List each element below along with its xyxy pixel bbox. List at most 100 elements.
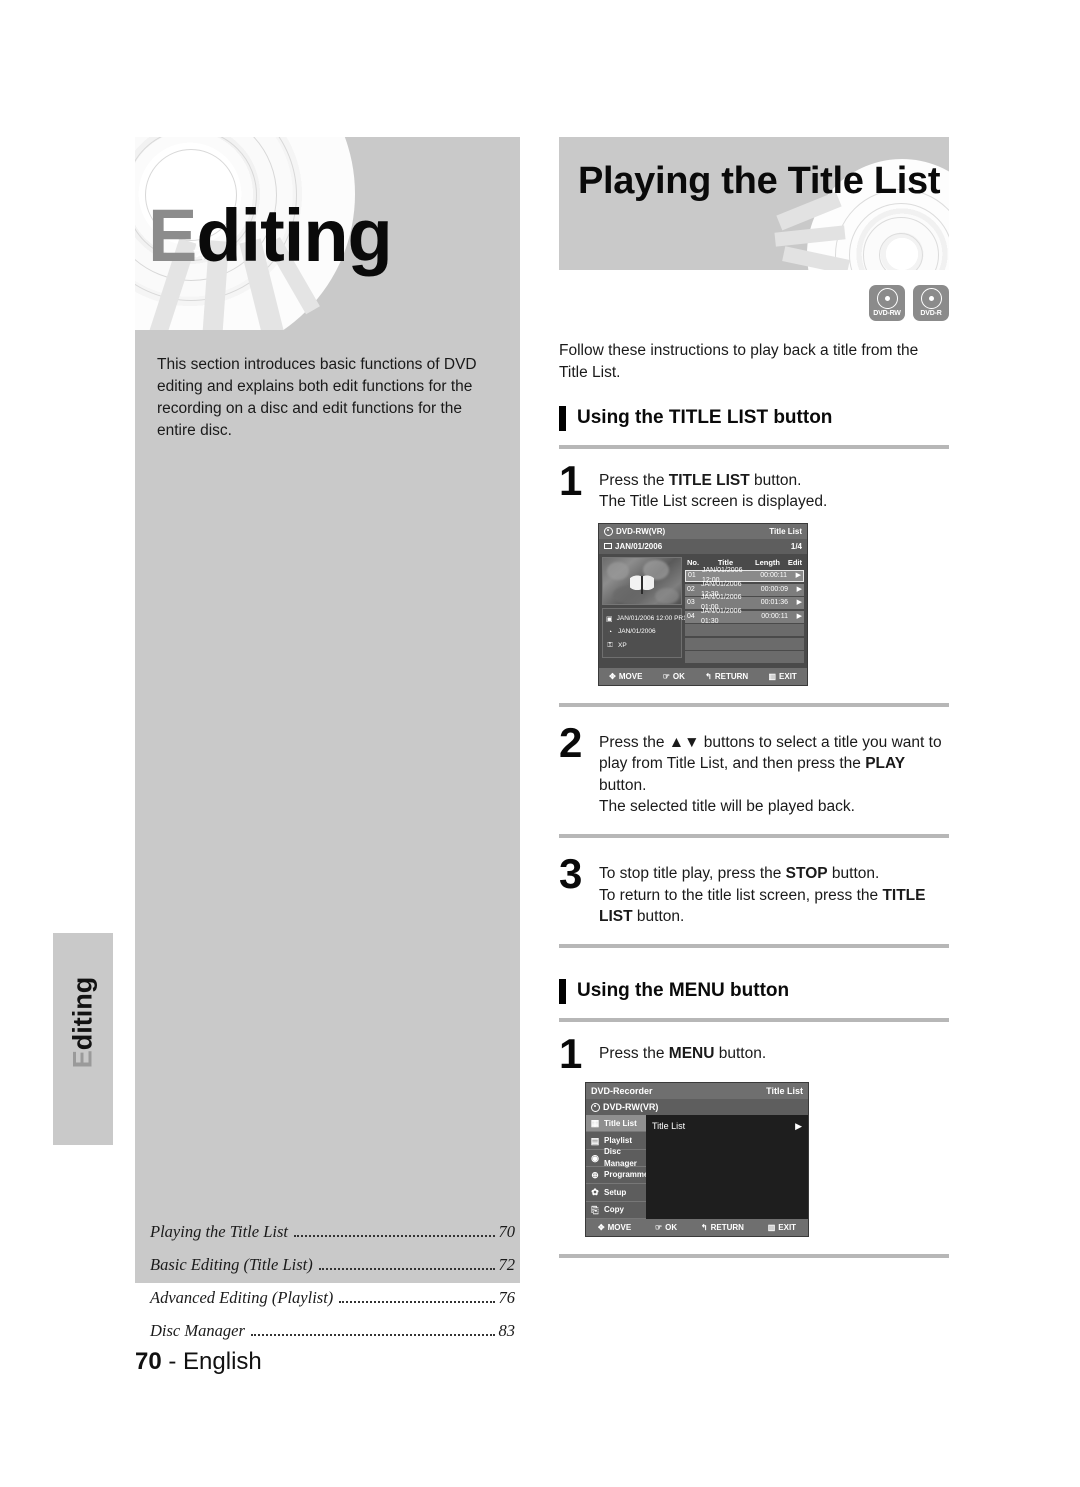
row-length: 00:00:11 bbox=[760, 572, 787, 580]
osd-menu-panel: Title List ▶ bbox=[646, 1115, 808, 1220]
sidebar-item-title-list[interactable]: ▦ Title List bbox=[586, 1115, 646, 1133]
sidebar-item-label: Programme bbox=[604, 1170, 649, 1180]
osd-nav-ok-label: OK bbox=[672, 671, 685, 681]
toc-leader bbox=[318, 1268, 495, 1270]
osd-nav-exit[interactable]: ▥ EXIT bbox=[768, 671, 796, 682]
osd-title-list-screen: DVD-RW(VR) Title List JAN/01/2006 1/4 ▣ … bbox=[598, 522, 808, 686]
butterfly-icon bbox=[630, 573, 654, 596]
step-menu-1: 1 Press the MENU button. bbox=[559, 1033, 949, 1075]
subsection-heading-title-list: Using the TITLE LIST button bbox=[559, 405, 949, 432]
disc-icon bbox=[604, 526, 613, 536]
row-no: 03 bbox=[687, 599, 695, 607]
row-edit-arrow-icon[interactable]: ▶ bbox=[788, 612, 802, 622]
button-name-play: PLAY bbox=[865, 755, 906, 773]
left-column: ✳ Editing This section introduces basic … bbox=[135, 137, 520, 1283]
osd-nav-move[interactable]: ✥ MOVE bbox=[598, 1222, 631, 1233]
row-edit-arrow-icon[interactable]: ▶ bbox=[788, 598, 802, 608]
row-edit-arrow-icon[interactable]: ▶ bbox=[787, 571, 801, 581]
disc-icon bbox=[876, 288, 898, 309]
toc-row[interactable]: Basic Editing (Title List) 72 bbox=[150, 1255, 515, 1275]
toc-title: Advanced Editing (Playlist) bbox=[150, 1288, 334, 1307]
row-edit-arrow-icon[interactable]: ▶ bbox=[788, 585, 802, 595]
osd-nav-exit-label: EXIT bbox=[778, 1222, 797, 1232]
step-3: 3 To stop title play, press the STOP but… bbox=[559, 853, 949, 927]
disc-icon bbox=[920, 288, 942, 309]
row-no: 02 bbox=[687, 585, 695, 593]
osd-nav-return[interactable]: ↰ RETURN bbox=[701, 1222, 744, 1233]
osd-info-text: JAN/01/2006 bbox=[618, 628, 656, 636]
toc-page: 83 bbox=[498, 1321, 516, 1340]
toc-page: 72 bbox=[498, 1255, 516, 1274]
section-hero: Playing the Title List bbox=[559, 137, 949, 270]
osd-nav-return[interactable]: ↰ RETURN bbox=[705, 671, 748, 682]
ok-icon: ☞ bbox=[654, 1222, 663, 1232]
osd-disc-label-group: JAN/01/2006 bbox=[604, 541, 662, 552]
osd-info-row: ⚿ XP bbox=[606, 639, 678, 652]
osd-footer-nav: ✥ MOVE ☞ OK ↰ RETURN ▥ EXIT bbox=[599, 667, 807, 685]
osd-nav-move-label: MOVE bbox=[618, 671, 643, 681]
osd-page-indicator: 1/4 bbox=[790, 541, 802, 551]
toc-row[interactable]: Disc Manager 83 bbox=[150, 1321, 515, 1341]
gear-icon: ✿ bbox=[591, 1187, 599, 1198]
menu-item-title-list[interactable]: Title List ▶ bbox=[652, 1120, 802, 1133]
page-footer: 70 - English bbox=[135, 1348, 262, 1376]
sidebar-item-label: Playlist bbox=[604, 1135, 633, 1145]
toc-page: 70 bbox=[498, 1222, 516, 1241]
chapter-title-initial: E bbox=[148, 194, 197, 277]
osd-disc-type: DVD-RW(VR) bbox=[604, 526, 665, 537]
osd-menu-body: ▦ Title List ▤ Playlist ◉ Disc Manager ⊕… bbox=[586, 1115, 808, 1220]
osd-nav-exit-label: EXIT bbox=[779, 671, 797, 681]
sidebar-item-label: Copy bbox=[604, 1205, 624, 1215]
step-text: Press the TITLE LIST button. The Title L… bbox=[599, 471, 828, 511]
step-text: Press the MENU button. bbox=[599, 1045, 767, 1063]
osd-nav-ok[interactable]: ☞ OK bbox=[655, 1222, 677, 1233]
toc-title: Disc Manager bbox=[150, 1321, 245, 1340]
sidebar-item-programme[interactable]: ⊕ Programme bbox=[586, 1167, 649, 1185]
toc-row[interactable]: Playing the Title List 70 bbox=[150, 1222, 515, 1242]
sidebar-item-disc-manager[interactable]: ◉ Disc Manager bbox=[586, 1147, 646, 1168]
step-1: 1 Press the TITLE LIST button. The Title… bbox=[559, 456, 949, 513]
osd-nav-return-label: RETURN bbox=[710, 1222, 744, 1232]
thumbnail-detail bbox=[655, 587, 679, 604]
copy-icon: ⎘ bbox=[591, 1204, 599, 1215]
media-compatibility-badges: DVD-RW DVD-R bbox=[869, 285, 949, 321]
row-no: 04 bbox=[687, 612, 695, 620]
disc-icon bbox=[591, 1102, 600, 1112]
osd-nav-exit[interactable]: ▥ EXIT bbox=[768, 1222, 796, 1233]
step-text: To stop title play, press the STOP butto… bbox=[599, 865, 926, 926]
step-number: 2 bbox=[559, 718, 583, 766]
toc-page: 76 bbox=[498, 1288, 516, 1307]
osd-info-row: ▣ JAN/01/2006 12:00 PR1 bbox=[606, 613, 687, 626]
dvd-r-badge-label: DVD-R bbox=[920, 310, 942, 317]
osd-menu-sidebar: ▦ Title List ▤ Playlist ◉ Disc Manager ⊕… bbox=[586, 1115, 649, 1220]
title-list-icon: ▦ bbox=[590, 1118, 600, 1129]
step-number: 1 bbox=[559, 456, 583, 504]
osd-menu-subheader: DVD-RW(VR) bbox=[586, 1099, 808, 1116]
osd-disc-type: DVD-RW(VR) bbox=[591, 1101, 658, 1114]
toc-row[interactable]: Advanced Editing (Playlist) 76 bbox=[150, 1288, 515, 1308]
chapter-title: Editing bbox=[148, 199, 393, 273]
step-text: Press the ▲▼ buttons to select a title y… bbox=[599, 733, 942, 815]
page-title: Playing the Title List bbox=[578, 160, 941, 202]
column-header-edit: Edit bbox=[787, 557, 802, 567]
toc-leader bbox=[339, 1301, 495, 1303]
sidebar-item-setup[interactable]: ✿ Setup bbox=[586, 1184, 646, 1202]
subsection-heading-label: Using the MENU button bbox=[577, 980, 790, 1002]
sidebar-item-copy[interactable]: ⎘ Copy bbox=[586, 1202, 646, 1219]
button-name-stop: STOP bbox=[785, 865, 828, 883]
chapter-title-rest: diting bbox=[196, 194, 392, 277]
left-panel-body bbox=[135, 468, 520, 1283]
section-intro: Follow these instructions to play back a… bbox=[559, 340, 949, 1259]
table-row-empty bbox=[685, 637, 804, 650]
chapter-side-tab: Editing bbox=[53, 933, 113, 1145]
clock-icon: ◔ bbox=[607, 629, 613, 637]
lock-icon: ⚿ bbox=[607, 642, 613, 650]
toc-leader bbox=[250, 1334, 495, 1336]
dpad-icon: ✥ bbox=[609, 671, 616, 681]
row-length: 00:01:36 bbox=[760, 599, 788, 607]
programme-icon: ⊕ bbox=[591, 1170, 599, 1181]
table-row[interactable]: 04 JAN/01/2006 01:30 00:00:11 ▶ bbox=[685, 608, 804, 625]
osd-nav-move[interactable]: ✥ MOVE bbox=[609, 671, 642, 682]
osd-nav-ok[interactable]: ☞ OK bbox=[663, 671, 685, 682]
osd-footer-nav: ✥ MOVE ☞ OK ↰ RETURN ▥ EXIT bbox=[586, 1219, 808, 1237]
